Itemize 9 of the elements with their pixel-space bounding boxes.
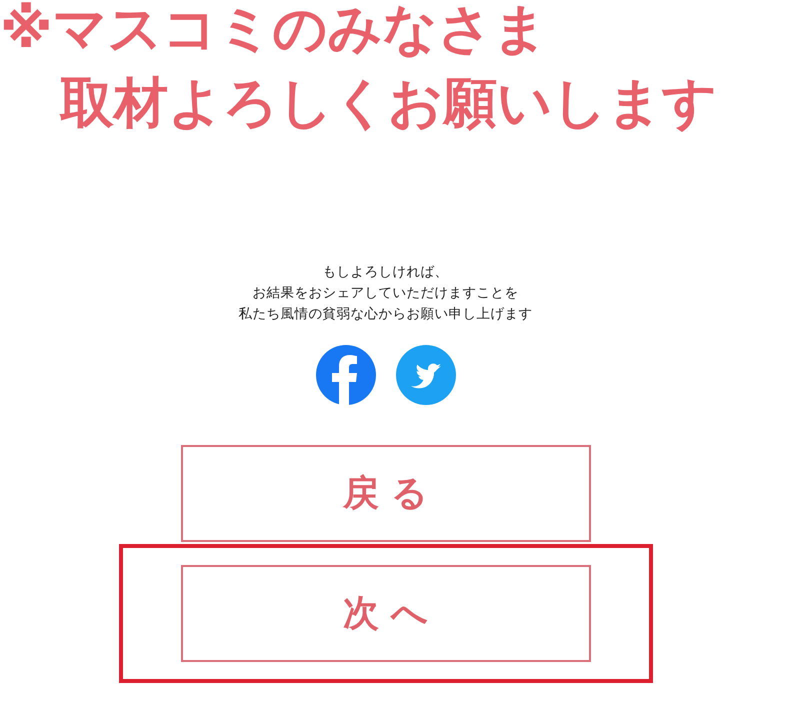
message-line: お結果をおシェアしていただけますことを	[252, 284, 518, 303]
headline: 取材よろしくお願いします	[58, 76, 718, 130]
headline: ※マスコミのみなさま	[0, 2, 548, 56]
message-line: 私たち風情の貧弱な心からお願い申し上げます	[238, 305, 532, 324]
next-button[interactable]: 次へ	[180, 565, 590, 662]
bird-icon[interactable]	[396, 345, 456, 405]
message-line: もしよろしければ、	[322, 263, 448, 282]
back-button[interactable]: 戻る	[180, 445, 590, 542]
facebook-icon[interactable]	[316, 345, 376, 405]
